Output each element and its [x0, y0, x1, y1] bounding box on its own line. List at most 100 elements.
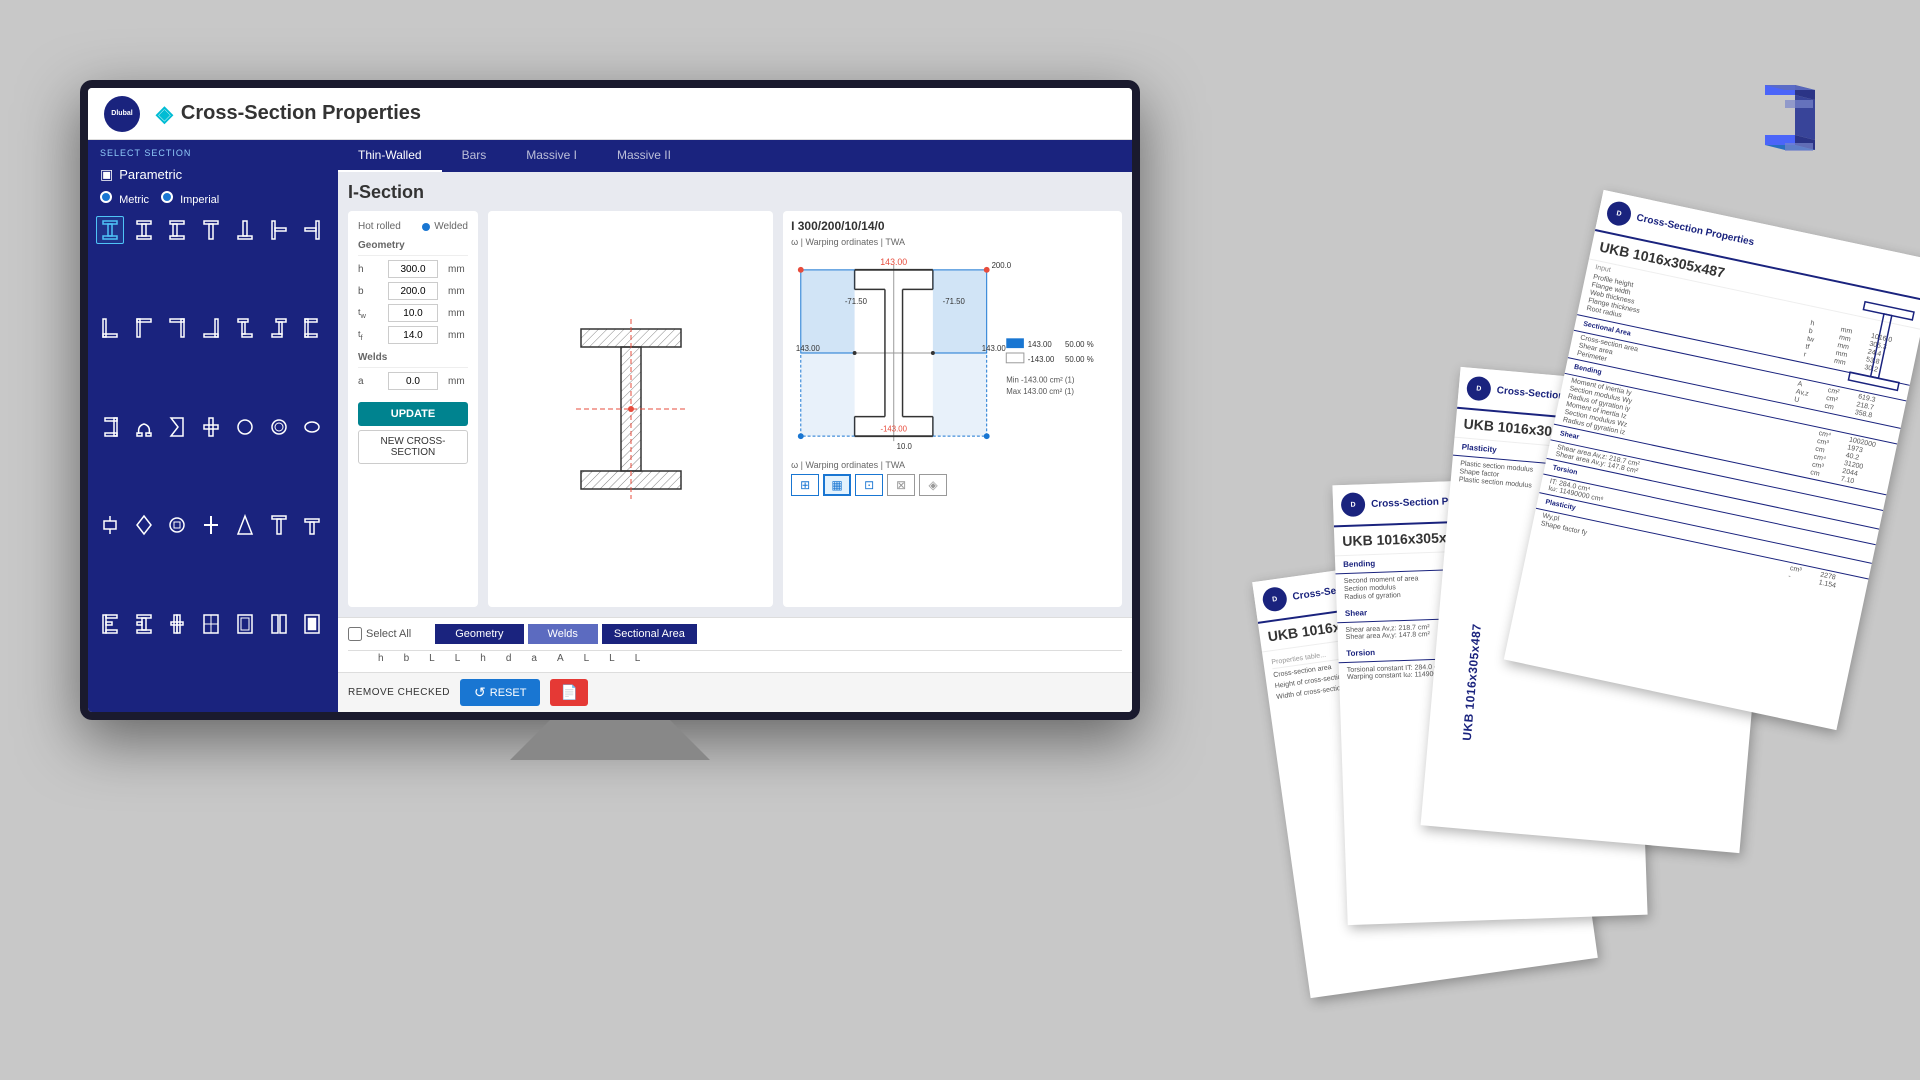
shape-circle-1[interactable] — [231, 413, 259, 441]
shape-cross-1[interactable] — [197, 413, 225, 441]
shape-i-3[interactable] — [163, 216, 191, 244]
shape-sigma[interactable] — [163, 413, 191, 441]
monitor-container: D Cross-Section Properties UKB 1016x305x… — [0, 0, 1920, 1080]
input-h[interactable] — [388, 260, 438, 278]
app-logo: Dlubal — [104, 96, 140, 132]
diagram-toolbar: ⊞ ▦ ⊡ ⊠ ◈ — [791, 474, 1114, 496]
app-title-icon: ◈ — [156, 101, 173, 127]
tab-massive-i[interactable]: Massive I — [506, 140, 597, 172]
i-section-drawing — [551, 329, 711, 489]
shape-angle-1[interactable] — [96, 314, 124, 342]
left-panel: Hot rolled Welded Geometry h — [348, 211, 478, 607]
sidebar-section-label: SELECT SECTION — [88, 140, 338, 162]
shape-row6-1[interactable] — [197, 610, 225, 638]
svg-text:Max 143.00 cm² (1): Max 143.00 cm² (1) — [1006, 387, 1074, 396]
shape-z-2[interactable] — [265, 314, 293, 342]
shape-row4-2[interactable] — [130, 511, 158, 539]
shape-row4-3[interactable] — [163, 511, 191, 539]
shape-plus[interactable] — [197, 511, 225, 539]
shape-row5-4[interactable] — [130, 610, 158, 638]
welds-label: Welds — [358, 348, 468, 368]
shape-row4-1[interactable] — [96, 511, 124, 539]
select-all-checkbox[interactable] — [348, 627, 362, 641]
nav-tabs: Thin-Walled Bars Massive I Massive II — [338, 140, 1132, 172]
shape-c-2[interactable] — [96, 413, 124, 441]
diagram-tool-1[interactable]: ⊞ — [791, 474, 819, 496]
geometry-label: Geometry — [358, 240, 468, 256]
tab-thin-walled[interactable]: Thin-Walled — [338, 140, 442, 172]
monitor: Dlubal ◈ Cross-Section Properties SELECT… — [80, 80, 1140, 720]
param-tf: tf mm — [358, 326, 468, 344]
report-logo-4: D — [1261, 586, 1288, 613]
input-tw[interactable] — [388, 304, 438, 322]
input-tf[interactable] — [388, 326, 438, 344]
tab-sectional-area[interactable]: Sectional Area — [602, 624, 697, 644]
hot-welded-row: Hot rolled Welded — [358, 221, 468, 232]
imperial-radio-btn — [161, 191, 173, 203]
svg-text:Min -143.00 cm² (1): Min -143.00 cm² (1) — [1006, 375, 1075, 384]
remove-checked-button[interactable]: REMOVE CHECKED — [348, 687, 450, 698]
shape-omega[interactable] — [130, 413, 158, 441]
warping-diagram-svg: 143.00 200.0 -71.50 -71.50 143.00 143.00… — [791, 253, 1114, 453]
report-logo-1: D — [1605, 199, 1633, 227]
input-a[interactable] — [388, 372, 438, 390]
param-b: b mm — [358, 282, 468, 300]
shape-row5-1[interactable] — [265, 511, 293, 539]
shape-row4-4[interactable] — [231, 511, 259, 539]
shape-i-2[interactable] — [130, 216, 158, 244]
shape-t-1[interactable] — [197, 216, 225, 244]
shape-row6-3[interactable] — [265, 610, 293, 638]
shape-circle-2[interactable] — [265, 413, 293, 441]
update-button[interactable]: UPDATE — [358, 402, 468, 426]
diagram-tool-2[interactable]: ▦ — [823, 474, 851, 496]
app-title: ◈ Cross-Section Properties — [156, 101, 421, 127]
new-section-button[interactable]: NEW CROSS-SECTION — [358, 430, 468, 464]
param-tw: tw mm — [358, 304, 468, 322]
shape-row5-2[interactable] — [298, 511, 326, 539]
reset-button[interactable]: ↺ RESET — [460, 679, 540, 706]
svg-text:143.00: 143.00 — [982, 344, 1007, 353]
shape-t-4[interactable] — [298, 216, 326, 244]
diagram-tool-3[interactable]: ⊡ — [855, 474, 883, 496]
content-main: I-Section Hot rolled Welded — [338, 172, 1132, 617]
app-header: Dlubal ◈ Cross-Section Properties — [88, 88, 1132, 140]
tab-geometry[interactable]: Geometry — [435, 624, 523, 644]
tab-massive-ii[interactable]: Massive II — [597, 140, 691, 172]
imperial-radio[interactable]: Imperial — [161, 191, 219, 206]
report-title-1: Cross-Section Properties — [1635, 212, 1755, 248]
tab-bars[interactable]: Bars — [442, 140, 507, 172]
shape-angle-2[interactable] — [130, 314, 158, 342]
tab-welds[interactable]: Welds — [528, 624, 598, 644]
input-b[interactable] — [388, 282, 438, 300]
shape-row6-2[interactable] — [231, 610, 259, 638]
svg-text:143.00: 143.00 — [1028, 340, 1053, 349]
svg-text:143.00: 143.00 — [796, 344, 821, 353]
tab-buttons: Geometry Welds Sectional Area — [435, 624, 697, 644]
shape-circle-3[interactable] — [298, 413, 326, 441]
bottom-bar: Select All Geometry Welds Sectional Area… — [338, 617, 1132, 672]
content-area: Thin-Walled Bars Massive I Massive II I-… — [338, 140, 1132, 712]
pdf-button[interactable]: 📄 — [550, 679, 587, 706]
diagram-tool-5[interactable]: ◈ — [919, 474, 947, 496]
table-header-row: Select All Geometry Welds Sectional Area — [348, 624, 1122, 644]
sidebar-parametric[interactable]: ▣ Parametric — [88, 162, 338, 187]
shape-angle-3[interactable] — [163, 314, 191, 342]
shape-row6-4[interactable] — [298, 610, 326, 638]
select-all-label: Select All — [366, 628, 411, 640]
shape-z-1[interactable] — [231, 314, 259, 342]
shape-angle-4[interactable] — [197, 314, 225, 342]
svg-text:200.0: 200.0 — [992, 261, 1012, 270]
metric-radio[interactable]: Metric — [100, 191, 149, 206]
sidebar: SELECT SECTION ▣ Parametric Metric Imper… — [88, 140, 338, 712]
diagram-tool-4[interactable]: ⊠ — [887, 474, 915, 496]
shape-t-2[interactable] — [231, 216, 259, 244]
shape-t-3[interactable] — [265, 216, 293, 244]
shape-row5-5[interactable] — [163, 610, 191, 638]
shape-row5-3[interactable] — [96, 610, 124, 638]
right-panel-title: I 300/200/10/14/0 — [791, 219, 1114, 233]
center-panel — [488, 211, 773, 607]
shape-i-active[interactable] — [96, 216, 124, 244]
action-bar: REMOVE CHECKED ↺ RESET 📄 — [338, 672, 1132, 712]
shape-c-1[interactable] — [298, 314, 326, 342]
section-title: I-Section — [348, 182, 1122, 203]
